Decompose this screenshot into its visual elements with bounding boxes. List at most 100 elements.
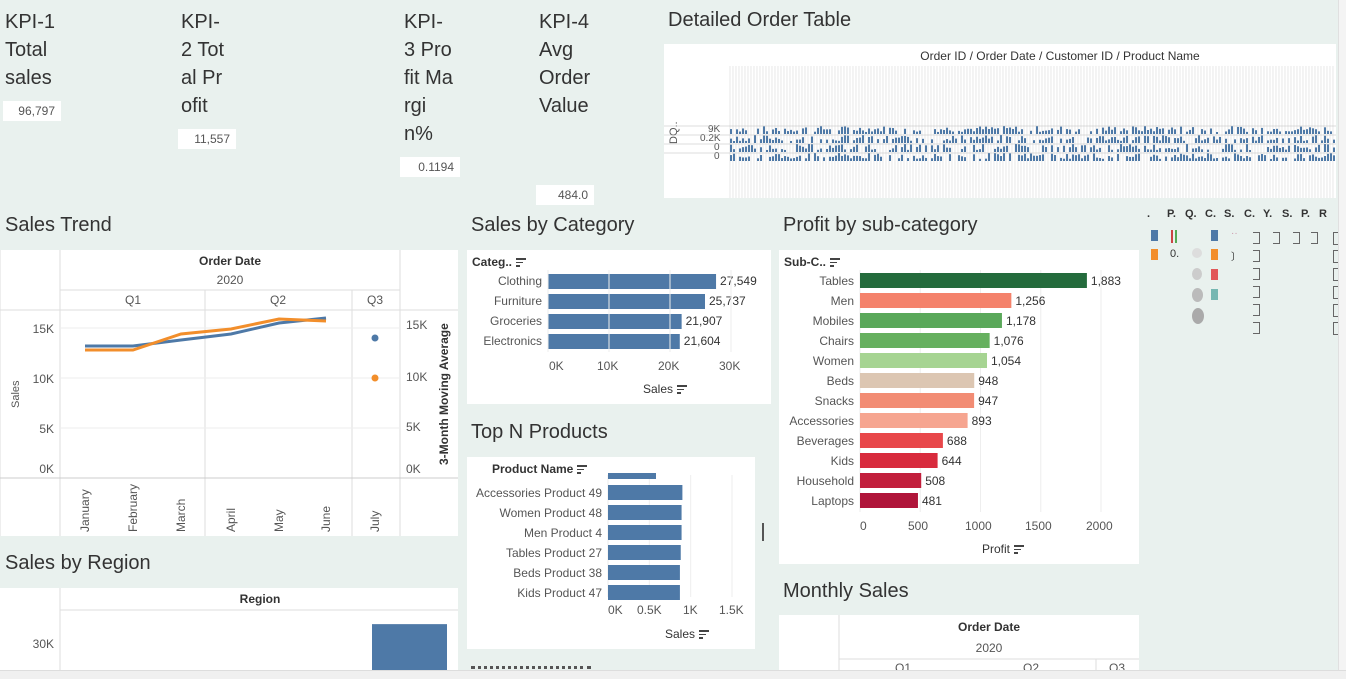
- kpi-1-value: 96,797: [3, 101, 61, 121]
- legend-column-header[interactable]: S.: [1224, 208, 1234, 220]
- y-tick-right: 15K: [406, 318, 428, 332]
- legend-checkbox[interactable]: [1253, 250, 1260, 262]
- sales-trend-panel[interactable]: Order Date 2020 Q1 Q2 Q3 15K 10K 5K 0K 1…: [0, 250, 458, 536]
- legend-column-header[interactable]: P.: [1167, 208, 1176, 220]
- x-tick: 0.5K: [637, 603, 662, 617]
- subcategory-label: Kids: [831, 454, 854, 468]
- sales-by-region-panel[interactable]: Region 30K: [0, 588, 458, 670]
- legend-column-header[interactable]: R: [1319, 208, 1327, 220]
- legend-checkbox[interactable]: [1253, 268, 1260, 280]
- x-tick: 1500: [1025, 519, 1052, 533]
- quarter-label: Q1: [125, 293, 142, 307]
- monthly-sales-year: 2020: [975, 641, 1003, 655]
- product-bar: [608, 565, 680, 580]
- sales-trend-title: Sales Trend: [5, 214, 112, 236]
- subcategory-bar: [860, 293, 1012, 308]
- legend-circle: [1192, 268, 1202, 280]
- month-label: April: [224, 507, 238, 532]
- quarter-label: Q1: [895, 661, 912, 670]
- sales-by-category-chart: Clothing 27,549 Furniture 25,737 Groceries 21…: [483, 270, 757, 352]
- category-label: Furniture: [494, 294, 542, 308]
- sort-icon[interactable]: [699, 630, 710, 639]
- monthly-sales-panel[interactable]: Order Date 2020 Q1 Q2 Q3: [779, 615, 1139, 670]
- subcategory-label: Chairs: [819, 334, 854, 348]
- month-label: July: [368, 510, 382, 532]
- sales-by-region-chart: [59, 588, 458, 670]
- legend-checkbox[interactable]: [1311, 232, 1318, 244]
- subcategory-value: 644: [942, 454, 962, 468]
- x-tick: 0: [860, 519, 867, 533]
- trend-point: [371, 334, 379, 342]
- sales-trend-chart: [0, 250, 458, 536]
- legend-sample-text: 0.: [1170, 248, 1180, 260]
- subcategory-value: 688: [947, 434, 967, 448]
- subcategory-value: 893: [972, 414, 992, 428]
- profit-by-subcategory-title: Profit by sub-category: [783, 214, 978, 236]
- region-bar: [372, 624, 447, 670]
- product-label: Men Product 4: [524, 526, 602, 540]
- legend-panel[interactable]: . P. Q. C. S. C. Y. S. P. R 0. ·· 〕: [1145, 204, 1341, 335]
- y-tick: 10K: [32, 372, 54, 386]
- month-label: May: [272, 509, 286, 532]
- legend-circle: [1192, 308, 1204, 324]
- legend-swatch[interactable]: [1151, 249, 1158, 260]
- trend-point: [371, 374, 379, 382]
- vertical-scrollbar[interactable]: [1338, 0, 1346, 670]
- subcategory-bar: [860, 393, 975, 408]
- kpi-3-title: KPI-3 Profit Margin%: [404, 11, 453, 145]
- sales-xlabel[interactable]: Sales: [643, 382, 688, 396]
- subcategory-label: Beds: [827, 374, 854, 388]
- category-bar: [548, 334, 680, 349]
- legend-checkbox[interactable]: [1273, 232, 1280, 244]
- subcategory-value: 1,256: [1015, 294, 1045, 308]
- subcategory-label: Women: [813, 354, 854, 368]
- category-label: Groceries: [490, 314, 542, 328]
- legend-checkbox[interactable]: [1253, 304, 1260, 316]
- y-tick-right: 10K: [406, 370, 428, 384]
- subcategory-label: Mobiles: [813, 314, 854, 328]
- y-tick: 0K: [39, 462, 54, 476]
- x-tick: 20K: [658, 359, 680, 373]
- product-label: Beds Product 38: [513, 566, 602, 580]
- legend-column-header[interactable]: P.: [1301, 208, 1310, 220]
- legend-swatch[interactable]: [1211, 269, 1218, 280]
- category-value: 25,737: [709, 294, 746, 308]
- x-tick: 1K: [683, 603, 698, 617]
- legend-checkbox[interactable]: [1253, 286, 1260, 298]
- resize-handle[interactable]: [762, 523, 764, 541]
- kpi-4-value: 484.0: [536, 185, 594, 205]
- legend-swatch[interactable]: [1211, 249, 1218, 260]
- order-table-panel[interactable]: Order ID / Order Date / Customer ID / Pr…: [664, 44, 1336, 198]
- legend-column-header[interactable]: .: [1147, 208, 1150, 220]
- top-sales-xlabel[interactable]: Sales: [665, 627, 710, 641]
- legend-checkbox[interactable]: [1293, 232, 1300, 244]
- subcategory-value: 1,054: [991, 354, 1021, 368]
- legend-column-header[interactable]: Q.: [1185, 208, 1197, 220]
- top-n-products-title: Top N Products: [471, 421, 608, 443]
- month-label: February: [126, 483, 140, 532]
- sales-trend-header: Order Date: [198, 254, 262, 268]
- legend-checkbox[interactable]: [1253, 232, 1260, 244]
- sales-by-category-panel[interactable]: Categ.. Clothing 27,549 Furniture 25,737 Gro…: [467, 250, 771, 404]
- legend-swatch[interactable]: [1151, 230, 1158, 241]
- legend-column-header[interactable]: C.: [1205, 208, 1216, 220]
- category-value: 21,907: [686, 314, 723, 328]
- top-n-products-panel[interactable]: Product Name Accessories Product 49 Women…: [467, 457, 755, 649]
- subcategory-value: 508: [925, 474, 945, 488]
- legend-column-header[interactable]: S.: [1282, 208, 1292, 220]
- legend-column-header[interactable]: Y.: [1263, 208, 1272, 220]
- subcategory-label: Tables: [819, 274, 854, 288]
- sort-icon[interactable]: [677, 385, 688, 394]
- legend-checkbox[interactable]: [1253, 322, 1260, 334]
- subcategory-value: 1,178: [1006, 314, 1036, 328]
- sales-trend-year: 2020: [216, 273, 244, 287]
- quarter-label: Q2: [270, 293, 287, 307]
- profit-xlabel[interactable]: Profit: [982, 542, 1025, 556]
- legend-swatch[interactable]: [1211, 230, 1218, 241]
- product-bar: [608, 545, 681, 560]
- profit-by-subcategory-panel[interactable]: Sub-C.. Tables 1,883 Men 1,256 Mobiles 1,178 C…: [779, 250, 1139, 564]
- legend-swatch[interactable]: [1211, 289, 1218, 300]
- sort-icon[interactable]: [1014, 545, 1025, 554]
- monthly-sales-title: Monthly Sales: [783, 580, 909, 602]
- legend-column-header[interactable]: C.: [1244, 208, 1255, 220]
